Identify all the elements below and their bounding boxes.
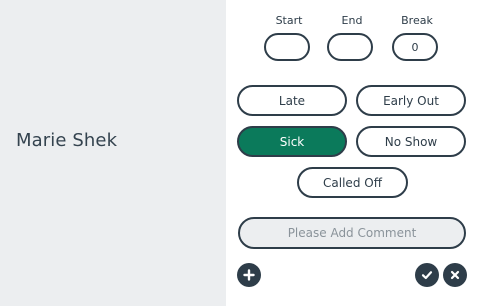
plus-icon: [243, 269, 255, 281]
employee-name: Marie Shek: [16, 130, 118, 151]
employee-panel: Marie Shek: [0, 0, 226, 306]
late-button[interactable]: Late: [237, 85, 347, 116]
attendance-panel: Start End Break 0 Late Early Out Sick No…: [226, 0, 496, 306]
start-label: Start: [275, 14, 303, 27]
cancel-button[interactable]: [443, 263, 467, 287]
end-time-input[interactable]: [327, 33, 373, 61]
confirm-button[interactable]: [415, 263, 439, 287]
comment-input[interactable]: Please Add Comment: [238, 217, 466, 249]
break-input[interactable]: 0: [392, 33, 438, 61]
end-label: End: [341, 14, 363, 27]
no-show-button[interactable]: No Show: [356, 126, 466, 157]
close-icon: [450, 270, 460, 280]
start-time-input[interactable]: [264, 33, 310, 61]
early-out-button[interactable]: Early Out: [356, 85, 466, 116]
sick-button[interactable]: Sick: [237, 126, 347, 157]
add-button[interactable]: [237, 263, 261, 287]
called-off-button[interactable]: Called Off: [297, 167, 408, 198]
check-icon: [421, 271, 433, 280]
break-label: Break: [401, 14, 433, 27]
